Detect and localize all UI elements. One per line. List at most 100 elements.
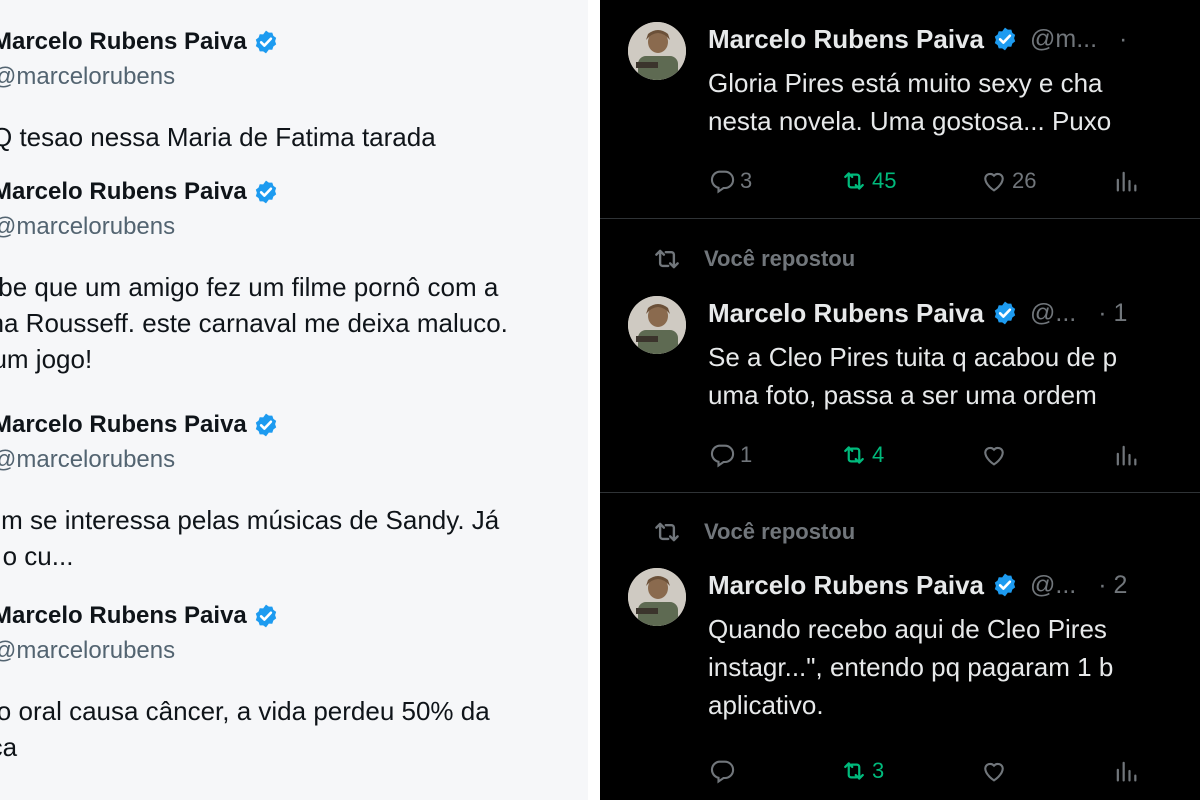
- tweet-text-line: Gloria Pires está muito sexy e cha: [708, 68, 1103, 98]
- tweet-text-line: Soube que um amigo fez um filme pornô co…: [0, 272, 499, 302]
- tweet-timestamp[interactable]: · 1: [1098, 299, 1127, 328]
- verified-badge-icon: [994, 573, 1016, 597]
- tweet-text-line: aplicativo.: [708, 690, 824, 720]
- repost-icon: [844, 172, 864, 190]
- repost-button[interactable]: 3: [840, 754, 884, 788]
- tweet-text-line: Quem se interessa pelas músicas de Sandy…: [0, 505, 500, 571]
- repost-button[interactable]: 4: [840, 438, 884, 472]
- like-button[interactable]: [980, 438, 1012, 472]
- tweet-card[interactable]: Marcelo Rubens Paiva @marcelorubens Q te…: [0, 28, 588, 155]
- author-handle[interactable]: @...: [1030, 299, 1076, 328]
- author-name[interactable]: Marcelo Rubens Paiva: [708, 298, 984, 329]
- reply-button[interactable]: 1: [708, 438, 752, 472]
- author-name[interactable]: Marcelo Rubens Paiva: [708, 24, 984, 55]
- avatar[interactable]: [628, 296, 686, 354]
- views-icon: [1116, 761, 1137, 782]
- repost-icon: [844, 762, 864, 780]
- reply-icon: [710, 760, 735, 784]
- author-name[interactable]: Marcelo Rubens Paiva: [0, 178, 247, 206]
- verified-badge-icon: [255, 30, 276, 54]
- author-handle[interactable]: @marcelorubens: [0, 637, 588, 665]
- tweet-text: Soube que um amigo fez um filme pornô co…: [0, 269, 588, 377]
- reply-icon: [710, 170, 735, 194]
- author-name-row[interactable]: Marcelo Rubens Paiva: [0, 602, 588, 630]
- tweet-text-line: instagr...", entendo pq pagaram 1 b: [708, 652, 1114, 682]
- author-name[interactable]: Marcelo Rubens Paiva: [0, 28, 247, 56]
- tweet-card[interactable]: Marcelo Rubens Paiva @marcelorubens Quem…: [0, 411, 588, 574]
- views-button[interactable]: [1112, 164, 1140, 198]
- views-button[interactable]: [1112, 438, 1140, 472]
- repost-icon: [844, 446, 864, 464]
- tweet-card[interactable]: Marcelo Rubens Paiva @... · 1 Se a Cleo …: [600, 296, 1200, 486]
- avatar[interactable]: [628, 22, 686, 80]
- tweet-header: Marcelo Rubens Paiva @... · 2: [708, 568, 1127, 602]
- right-screenshot-panel: Marcelo Rubens Paiva @m... · Gloria Pire…: [600, 0, 1200, 800]
- repost-indicator: Você repostou: [652, 244, 855, 274]
- author-handle[interactable]: @marcelorubens: [0, 446, 588, 474]
- author-name-row[interactable]: Marcelo Rubens Paiva: [0, 411, 588, 439]
- reply-count: 3: [740, 168, 753, 193]
- verified-badge-icon: [994, 27, 1016, 51]
- like-icon: [984, 172, 1004, 192]
- repost-count: 3: [872, 758, 885, 783]
- like-icon: [984, 762, 1004, 782]
- verified-badge-icon: [255, 180, 276, 204]
- tweet-card[interactable]: Marcelo Rubens Paiva @m... · Gloria Pire…: [600, 22, 1200, 222]
- repost-indicator: Você repostou: [652, 517, 855, 547]
- reply-icon: [710, 444, 735, 468]
- tweet-text-line: Sexo oral causa câncer, a vida perdeu 50…: [0, 696, 490, 762]
- tweet-actions: 1 4: [708, 438, 1200, 472]
- author-handle[interactable]: @...: [1030, 571, 1076, 600]
- views-icon: [1116, 445, 1137, 466]
- tweet-divider: [600, 218, 1200, 219]
- tweet-text-line: Dilma Rousseff. este carnaval me deixa m…: [0, 308, 508, 338]
- author-handle[interactable]: @marcelorubens: [0, 213, 588, 241]
- avatar-photo: [628, 296, 686, 354]
- repost-count: 45: [872, 168, 897, 193]
- verified-badge-icon: [255, 604, 276, 628]
- tweet-header: Marcelo Rubens Paiva @m... ·: [708, 22, 1127, 56]
- reply-button[interactable]: 3: [708, 164, 752, 198]
- like-icon: [984, 446, 1004, 466]
- tweet-text: Quem se interessa pelas músicas de Sandy…: [0, 502, 522, 574]
- tweet-text-line: uma foto, passa a ser uma ordem: [708, 380, 1097, 410]
- author-name[interactable]: Marcelo Rubens Paiva: [0, 602, 247, 630]
- avatar-photo: [628, 568, 686, 626]
- avatar-photo: [628, 22, 686, 80]
- tweet-text: Sexo oral causa câncer, a vida perdeu 50…: [0, 693, 532, 765]
- author-name[interactable]: Marcelo Rubens Paiva: [0, 411, 247, 439]
- repost-label[interactable]: Você repostou: [704, 519, 855, 545]
- tweet-header: Marcelo Rubens Paiva @... · 1: [708, 296, 1127, 330]
- views-icon: [1116, 171, 1137, 192]
- tweet-actions: 3: [708, 754, 1200, 788]
- like-button[interactable]: [980, 754, 1012, 788]
- tweet-timestamp[interactable]: · 2: [1098, 571, 1127, 600]
- author-name[interactable]: Marcelo Rubens Paiva: [708, 570, 984, 601]
- avatar[interactable]: [628, 568, 686, 626]
- verified-badge-icon: [994, 301, 1016, 325]
- repost-button[interactable]: 45: [840, 164, 896, 198]
- panel-separator: [588, 0, 600, 800]
- author-name-row[interactable]: Marcelo Rubens Paiva: [0, 178, 588, 206]
- repost-label[interactable]: Você repostou: [704, 246, 855, 272]
- views-button[interactable]: [1112, 754, 1140, 788]
- reply-button[interactable]: [708, 754, 740, 788]
- tweet-card[interactable]: Marcelo Rubens Paiva @marcelorubens Sexo…: [0, 602, 588, 765]
- like-count: 26: [1012, 168, 1037, 193]
- tweet-text: Q tesao nessa Maria de Fatima tarada: [0, 119, 588, 155]
- tweet-actions: 3 45 26: [708, 164, 1200, 198]
- author-handle[interactable]: @m...: [1030, 25, 1097, 54]
- left-screenshot-panel: Marcelo Rubens Paiva @marcelorubens Q te…: [0, 0, 588, 800]
- like-button[interactable]: 26: [980, 164, 1036, 198]
- tweet-card[interactable]: Marcelo Rubens Paiva @... · 2 Quando rec…: [600, 568, 1200, 800]
- author-handle[interactable]: @marcelorubens: [0, 63, 588, 91]
- tweet-card[interactable]: Marcelo Rubens Paiva @marcelorubens Soub…: [0, 178, 588, 377]
- tweet-text-line: nesta novela. Uma gostosa... Puxo: [708, 106, 1112, 136]
- tweet-text: Quando recebo aqui de Cleo Pires instagr…: [708, 610, 1113, 724]
- tweet-text: Gloria Pires está muito sexy e cha nesta…: [708, 64, 1111, 140]
- repost-count: 4: [872, 442, 885, 467]
- tweet-text: Se a Cleo Pires tuita q acabou de p uma …: [708, 338, 1117, 414]
- author-name-row[interactable]: Marcelo Rubens Paiva: [0, 28, 588, 56]
- tweet-timestamp[interactable]: ·: [1119, 25, 1127, 54]
- tweet-text-line: Quando recebo aqui de Cleo Pires: [708, 614, 1107, 644]
